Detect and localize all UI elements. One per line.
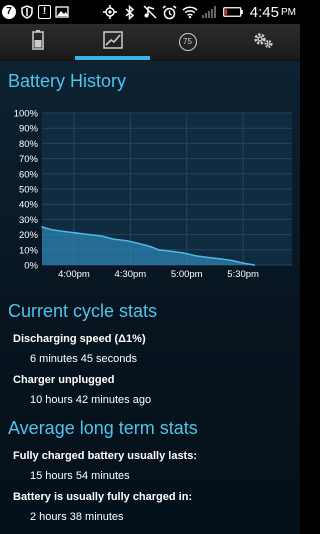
x-tick-label: 5:00pm bbox=[171, 269, 203, 280]
signal-icon bbox=[201, 4, 218, 20]
y-tick-label: 80% bbox=[19, 139, 39, 150]
tab-bar: 75 bbox=[0, 24, 300, 61]
wifi-icon bbox=[182, 4, 198, 20]
fully-charged-value: 2 hours 38 minutes bbox=[30, 511, 124, 523]
data-point bbox=[195, 255, 197, 257]
charger-unplugged-value: 10 hours 42 minutes ago bbox=[30, 394, 152, 406]
data-point bbox=[101, 235, 103, 237]
current-cycle-title: Current cycle stats bbox=[8, 301, 158, 321]
alarm-icon bbox=[162, 4, 178, 20]
battery-lasts-value: 15 hours 54 minutes bbox=[30, 470, 130, 482]
data-point bbox=[244, 262, 246, 265]
data-point bbox=[182, 252, 184, 254]
shield-icon bbox=[19, 4, 35, 20]
x-tick-label: 4:00pm bbox=[58, 269, 90, 280]
data-point bbox=[219, 258, 222, 260]
data-point bbox=[76, 232, 79, 234]
discharging-speed-value: 6 minutes 45 seconds bbox=[30, 353, 138, 365]
data-point bbox=[52, 229, 55, 231]
image-icon bbox=[54, 4, 70, 20]
stats-badge: 75 bbox=[178, 33, 197, 51]
y-tick-label: 10% bbox=[19, 245, 39, 256]
gears-icon bbox=[252, 31, 274, 54]
data-point bbox=[157, 249, 160, 251]
y-tick-label: 90% bbox=[19, 124, 39, 135]
fully-charged-label: Battery is usually fully charged in: bbox=[13, 491, 193, 503]
tab-history[interactable] bbox=[75, 24, 150, 60]
battery-history-title: Battery History bbox=[8, 71, 127, 91]
tab-battery[interactable] bbox=[0, 24, 75, 60]
clock-time: 4:45 bbox=[249, 3, 279, 21]
battery-icon bbox=[31, 29, 44, 55]
data-point bbox=[150, 245, 152, 248]
clock-ampm: PM bbox=[281, 6, 296, 18]
y-tick-label: 70% bbox=[19, 154, 39, 165]
x-tick-label: 4:30pm bbox=[115, 269, 147, 280]
status-bar: 7 ! 4:45 PM bbox=[0, 0, 300, 24]
data-point bbox=[112, 238, 115, 240]
data-point bbox=[138, 242, 141, 245]
y-tick-label: 100% bbox=[14, 109, 39, 120]
gps-icon bbox=[102, 4, 118, 20]
main-content: Battery History 0% 10% 20% 30% 40% 50% 60% 70% 8… bbox=[0, 61, 300, 534]
data-point bbox=[41, 226, 43, 228]
chart-icon bbox=[102, 30, 123, 54]
data-point bbox=[125, 239, 128, 242]
y-tick-label: 60% bbox=[19, 169, 39, 180]
long-term-title: Average long term stats bbox=[8, 418, 198, 438]
y-tick-label: 20% bbox=[19, 230, 39, 241]
battery-icon bbox=[222, 4, 244, 20]
data-point bbox=[88, 233, 90, 236]
bluetooth-icon bbox=[122, 4, 138, 20]
y-tick-label: 40% bbox=[19, 200, 39, 211]
y-tick-label: 50% bbox=[19, 185, 39, 196]
x-tick-label: 5:30pm bbox=[227, 269, 259, 280]
alert-icon: ! bbox=[38, 5, 51, 19]
tab-settings[interactable] bbox=[225, 24, 300, 60]
battery-lasts-label: Fully charged battery usually lasts: bbox=[13, 450, 198, 462]
data-point bbox=[253, 264, 256, 266]
data-point bbox=[231, 259, 233, 262]
data-point bbox=[206, 256, 209, 259]
discharging-speed-label: Discharging speed (Δ1%) bbox=[13, 333, 146, 345]
data-point bbox=[63, 230, 66, 233]
silent-icon bbox=[142, 4, 158, 20]
data-point bbox=[170, 250, 173, 253]
notification-count-badge: 7 bbox=[2, 5, 16, 19]
charger-unplugged-label: Charger unplugged bbox=[13, 374, 115, 386]
tab-stats[interactable]: 75 bbox=[150, 24, 225, 60]
y-tick-label: 30% bbox=[19, 215, 39, 226]
y-tick-label: 0% bbox=[24, 261, 38, 272]
